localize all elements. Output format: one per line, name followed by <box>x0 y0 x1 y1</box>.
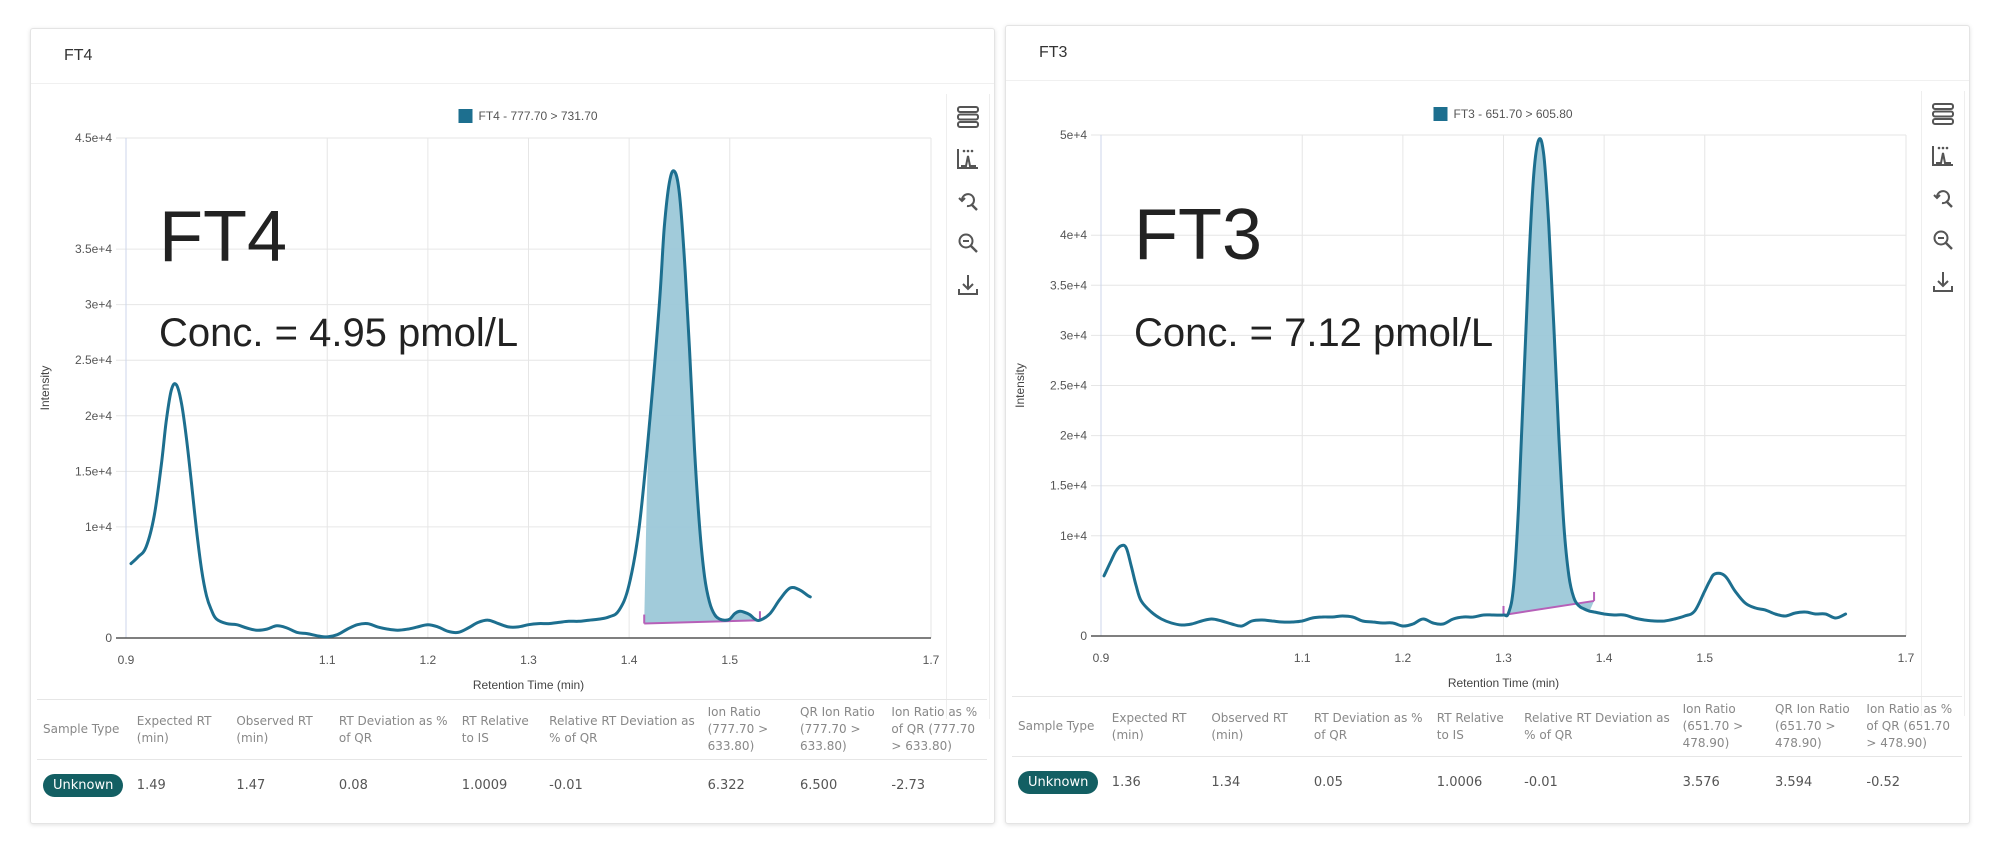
column-header: Ion Ratio as % of QR (777.70 > 633.80) <box>885 699 987 760</box>
y-tick-label: 2e+4 <box>1060 429 1087 443</box>
chromatogram-chart-ft4[interactable]: 0 1e+4 1.5e+4 2e+4 2.5e+4 3e+4 3.5e+4 4.5e+4 0.9… <box>31 29 996 719</box>
y-tick-label: 3.5e+4 <box>1050 278 1087 292</box>
x-tick-label: 1.5 <box>721 653 738 667</box>
ion-ratio-pct-cell: -2.73 <box>891 778 926 794</box>
y-axis-title: Intensity <box>38 366 52 411</box>
sample-type-badge: Unknown <box>1018 771 1099 795</box>
rt-relative-cell: 1.0006 <box>1436 775 1483 791</box>
observed-rt-cell: 1.47 <box>236 778 266 794</box>
column-header: Sample Type <box>37 699 131 760</box>
x-tick-label: 1.1 <box>1294 651 1311 665</box>
column-header: Sample Type <box>1012 696 1106 757</box>
x-axis-title: Retention Time (min) <box>473 678 584 692</box>
y-tick-label: 2.5e+4 <box>1050 379 1087 393</box>
legend-label: FT4 - 777.70 > 731.70 <box>479 109 598 123</box>
y-tick-label: 2e+4 <box>85 409 112 423</box>
y-tick-label: 1e+4 <box>85 520 112 534</box>
x-tick-label: 1.1 <box>319 653 336 667</box>
x-tick-label: 0.9 <box>1093 651 1110 665</box>
y-tick-label: 2.5e+4 <box>75 353 112 367</box>
legend-item[interactable]: FT4 - 777.70 > 731.70 <box>458 109 598 123</box>
sample-type-badge: Unknown <box>43 774 124 798</box>
x-tick-label: 1.2 <box>420 653 437 667</box>
qr-ion-ratio-cell: 3.594 <box>1775 775 1813 791</box>
rt-relative-cell: 1.0009 <box>461 778 508 794</box>
column-header: Ion Ratio (777.70 > 633.80) <box>701 699 794 760</box>
table-row[interactable]: Unknown 1.49 1.47 0.08 1.0009 -0.01 6.32… <box>37 760 987 812</box>
y-tick-label: 3.5e+4 <box>75 242 112 256</box>
y-tick-label: 3e+4 <box>1060 328 1087 342</box>
column-header: QR Ion Ratio (651.70 > 478.90) <box>1769 696 1861 757</box>
sample-type-cell: Unknown <box>1012 757 1106 809</box>
y-tick-label: 4e+4 <box>1060 228 1087 242</box>
column-header: Relative RT Deviation as % of QR <box>1518 696 1677 757</box>
column-header: RT Relative to IS <box>455 699 544 760</box>
rt-deviation-cell: 0.05 <box>1313 775 1343 791</box>
column-header: Relative RT Deviation as % of QR <box>543 699 702 760</box>
column-header: Ion Ratio as % of QR (651.70 > 478.90) <box>1860 696 1962 757</box>
expected-rt-cell: 1.36 <box>1111 775 1141 791</box>
results-table: Sample Type Expected RT (min) Observed R… <box>1012 696 1962 809</box>
rt-deviation-cell: 0.08 <box>338 778 368 794</box>
y-tick-label: 1e+4 <box>1060 529 1087 543</box>
chromatogram-card-ft4: FT4 0 1e+4 1.5e+4 2e+4 2.5e+4 3e+4 3.5e+4 4.5e+… <box>30 28 995 824</box>
x-tick-label: 1.7 <box>923 653 940 667</box>
relative-rt-deviation-cell: -0.01 <box>1524 775 1558 791</box>
x-tick-label: 1.4 <box>621 653 638 667</box>
results-table: Sample Type Expected RT (min) Observed R… <box>37 699 987 812</box>
chromatogram-card-ft3: FT3 0 1e+4 1.5e+4 2e+4 2.5e+4 3e+4 3.5e+4 4e+4 5… <box>1005 25 1970 824</box>
y-tick-label: 1.5e+4 <box>75 464 112 478</box>
analyte-annotation: FT3 <box>1134 195 1262 275</box>
legend-swatch <box>1433 107 1448 121</box>
column-header: Observed RT (min) <box>1205 696 1308 757</box>
legend-item[interactable]: FT3 - 651.70 > 605.80 <box>1433 107 1573 121</box>
legend-label: FT3 - 651.70 > 605.80 <box>1454 107 1573 121</box>
table-header-row: Sample Type Expected RT (min) Observed R… <box>1012 696 1962 757</box>
x-tick-label: 1.3 <box>520 653 537 667</box>
table-row[interactable]: Unknown 1.36 1.34 0.05 1.0006 -0.01 3.57… <box>1012 757 1962 809</box>
analyte-annotation: FT4 <box>159 197 287 277</box>
column-header: QR Ion Ratio (777.70 > 633.80) <box>794 699 886 760</box>
column-header: Ion Ratio (651.70 > 478.90) <box>1676 696 1769 757</box>
y-tick-label: 3e+4 <box>85 298 112 312</box>
concentration-annotation: Conc. = 4.95 pmol/L <box>159 311 518 355</box>
x-tick-label: 1.5 <box>1696 651 1713 665</box>
x-tick-label: 0.9 <box>118 653 135 667</box>
column-header: Expected RT (min) <box>130 699 231 760</box>
x-axis-title: Retention Time (min) <box>1448 676 1559 690</box>
ion-ratio-pct-cell: -0.52 <box>1866 775 1901 791</box>
table-header-row: Sample Type Expected RT (min) Observed R… <box>37 699 987 760</box>
column-header: RT Deviation as % of QR <box>332 699 456 760</box>
y-tick-label: 0 <box>105 631 112 645</box>
x-tick-label: 1.3 <box>1495 651 1512 665</box>
ion-ratio-cell: 6.322 <box>707 778 745 794</box>
sample-type-cell: Unknown <box>37 760 131 812</box>
qr-ion-ratio-cell: 6.500 <box>800 778 838 794</box>
ion-ratio-cell: 3.576 <box>1682 775 1720 791</box>
column-header: RT Deviation as % of QR <box>1307 696 1431 757</box>
observed-rt-cell: 1.34 <box>1211 775 1241 791</box>
column-header: Expected RT (min) <box>1105 696 1206 757</box>
y-tick-label: 0 <box>1080 629 1087 643</box>
column-header: Observed RT (min) <box>230 699 333 760</box>
x-tick-label: 1.4 <box>1596 651 1613 665</box>
expected-rt-cell: 1.49 <box>136 778 166 794</box>
x-tick-label: 1.2 <box>1395 651 1412 665</box>
y-tick-label: 1.5e+4 <box>1050 479 1087 493</box>
y-tick-label: 5e+4 <box>1060 128 1087 142</box>
y-tick-label: 4.5e+4 <box>75 131 112 145</box>
y-axis-title: Intensity <box>1013 363 1027 408</box>
chromatogram-chart-ft3[interactable]: 0 1e+4 1.5e+4 2e+4 2.5e+4 3e+4 3.5e+4 4e+4 5e+4 0… <box>1006 26 1971 716</box>
column-header: RT Relative to IS <box>1430 696 1519 757</box>
concentration-annotation: Conc. = 7.12 pmol/L <box>1134 311 1493 355</box>
legend-swatch <box>458 109 473 123</box>
x-tick-label: 1.7 <box>1898 651 1915 665</box>
relative-rt-deviation-cell: -0.01 <box>549 778 583 794</box>
